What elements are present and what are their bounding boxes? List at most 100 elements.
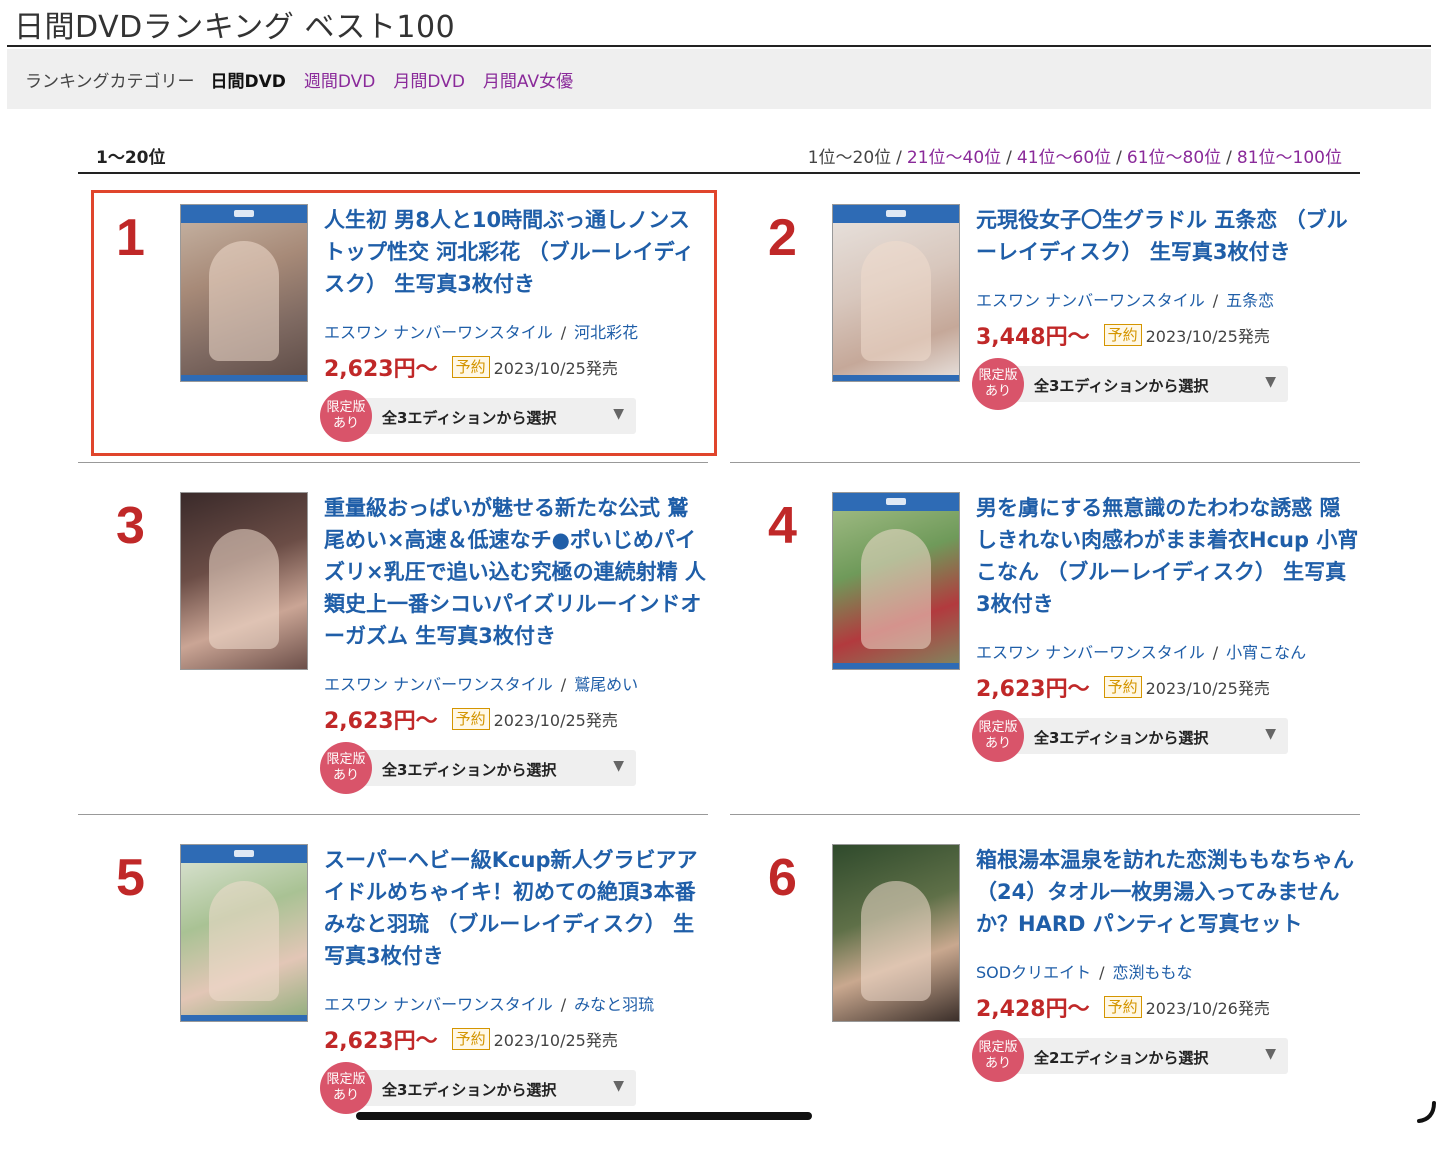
page-title: 日間DVDランキング ベスト100 <box>14 10 456 45</box>
price: 2,428円〜 <box>976 997 1090 1022</box>
range-link-41-60[interactable]: 41位〜60位 <box>1017 148 1111 168</box>
range-pagination: 1位〜20位/21位〜40位/41位〜60位/61位〜80位/81位〜100位 <box>808 143 1342 168</box>
edition-select[interactable]: 全3エディションから選択 ▼ <box>1006 718 1288 754</box>
product-title-link[interactable]: スーパーヘビー級Kcup新人グラビアアイドルめちゃイキ！初めての絶頂3本番 みな… <box>324 844 708 972</box>
range-bar: 1〜20位 1位〜20位/21位〜40位/41位〜60位/61位〜80位/81位… <box>78 138 1360 174</box>
ranking-item-2: 2 元現役女子〇生グラドル 五条恋 （ブルーレイディスク） 生写真3枚付き エス… <box>730 192 1360 512</box>
category-link-monthly-actress[interactable]: 月間AV女優 <box>483 67 573 92</box>
reserve-badge: 予約 <box>451 708 490 730</box>
limited-available: あり <box>984 1056 1011 1071</box>
triangle-down-icon: ▼ <box>1265 1046 1276 1062</box>
ranking-item-4: 4 男を虜にする無意識のたわわな誘惑 隠しきれない肉感わがまま着衣Hcup 小宵… <box>730 480 1360 800</box>
product-title-link[interactable]: 箱根湯本温泉を訪れた恋渕ももなちゃん（24）タオル一枚男湯入ってみませんか？HA… <box>976 844 1360 940</box>
price-row: 2,623円〜 予約 2023/10/25発売 <box>324 1023 618 1055</box>
edition-select[interactable]: 全3エディションから選択 ▼ <box>1006 366 1288 402</box>
range-link-81-100[interactable]: 81位〜100位 <box>1237 148 1342 168</box>
slash-separator: / <box>560 995 567 1014</box>
home-indicator[interactable] <box>356 1112 812 1120</box>
maker-actress-line: エスワン ナンバーワンスタイル / 鷲尾めい <box>324 671 638 695</box>
range-separator: / <box>896 148 902 168</box>
category-link-weekly-dvd[interactable]: 週間DVD <box>304 67 376 92</box>
limited-label: 限定版 <box>978 720 1018 735</box>
release-date: 2023/10/26発売 <box>1145 999 1270 1018</box>
bluray-logo-icon <box>833 493 959 511</box>
maker-link[interactable]: エスワン ナンバーワンスタイル <box>976 643 1205 662</box>
maker-actress-line: エスワン ナンバーワンスタイル / 五条恋 <box>976 287 1274 311</box>
rank-number: 3 <box>116 497 145 555</box>
limited-label: 限定版 <box>326 400 366 415</box>
product-title-link[interactable]: 重量級おっぱいが魅せる新たな公式 鷲尾めい×高速＆低速なチ●ポいじめパイズリ×乳… <box>324 492 708 652</box>
edition-select[interactable]: 全2エディションから選択 ▼ <box>1006 1038 1288 1074</box>
limited-edition-badge: 限定版 あり <box>320 390 372 442</box>
category-daily-dvd-active: 日間DVD <box>210 71 286 92</box>
edition-select-label: 全3エディションから選択 <box>1034 729 1209 747</box>
release-date: 2023/10/25発売 <box>493 711 618 730</box>
range-separator: / <box>1006 148 1012 168</box>
row-divider <box>730 814 1360 815</box>
triangle-down-icon: ▼ <box>1265 374 1276 390</box>
rank-number: 2 <box>768 209 797 267</box>
limited-label: 限定版 <box>326 1072 366 1087</box>
maker-link[interactable]: エスワン ナンバーワンスタイル <box>976 291 1205 310</box>
product-cover-image[interactable] <box>180 492 308 670</box>
product-cover-image[interactable] <box>832 492 960 670</box>
category-link-monthly-dvd[interactable]: 月間DVD <box>393 67 465 92</box>
cover-bottom-band <box>181 1015 307 1021</box>
actress-link[interactable]: 小宵こなん <box>1226 643 1306 662</box>
reserve-badge: 予約 <box>1103 324 1142 346</box>
ranking-item-3: 3 重量級おっぱいが魅せる新たな公式 鷲尾めい×高速＆低速なチ●ポいじめパイズリ… <box>78 480 708 800</box>
maker-link[interactable]: エスワン ナンバーワンスタイル <box>324 995 553 1014</box>
limited-edition-badge: 限定版 あり <box>320 742 372 794</box>
product-title-link[interactable]: 男を虜にする無意識のたわわな誘惑 隠しきれない肉感わがまま着衣Hcup 小宵こな… <box>976 492 1360 620</box>
row-divider <box>730 462 1360 463</box>
triangle-down-icon: ▼ <box>1265 726 1276 742</box>
reserve-badge: 予約 <box>451 1028 490 1050</box>
release-date: 2023/10/25発売 <box>1145 679 1270 698</box>
edition-select[interactable]: 全3エディションから選択 ▼ <box>354 750 636 786</box>
rank-number: 4 <box>768 497 797 555</box>
slash-separator: / <box>560 675 567 694</box>
edition-select[interactable]: 全3エディションから選択 ▼ <box>354 1070 636 1106</box>
maker-actress-line: エスワン ナンバーワンスタイル / みなと羽琉 <box>324 991 654 1015</box>
release-date: 2023/10/25発売 <box>493 1031 618 1050</box>
actress-link[interactable]: 五条恋 <box>1226 291 1274 310</box>
limited-available: あり <box>984 736 1011 751</box>
product-cover-image[interactable] <box>180 844 308 1022</box>
limited-label: 限定版 <box>326 752 366 767</box>
edition-select-label: 全3エディションから選択 <box>1034 377 1209 395</box>
maker-actress-line: SODクリエイト / 恋渕ももな <box>976 959 1192 983</box>
price: 2,623円〜 <box>324 1029 438 1054</box>
product-title-link[interactable]: 元現役女子〇生グラドル 五条恋 （ブルーレイディスク） 生写真3枚付き <box>976 204 1360 268</box>
maker-link[interactable]: エスワン ナンバーワンスタイル <box>324 675 553 694</box>
limited-edition-badge: 限定版 あり <box>972 358 1024 410</box>
limited-label: 限定版 <box>978 1040 1018 1055</box>
actress-link[interactable]: 恋渕ももな <box>1112 963 1192 982</box>
cover-figure <box>861 529 931 649</box>
rank-number: 5 <box>116 849 145 907</box>
range-link-61-80[interactable]: 61位〜80位 <box>1127 148 1221 168</box>
range-separator: / <box>1226 148 1232 168</box>
product-cover-image[interactable] <box>832 844 960 1022</box>
slash-separator: / <box>1212 643 1219 662</box>
title-divider <box>7 45 1431 47</box>
range-separator: / <box>1116 148 1122 168</box>
cover-figure <box>861 241 931 361</box>
cover-figure <box>209 881 279 1001</box>
price: 3,448円〜 <box>976 325 1090 350</box>
edition-select-label: 全2エディションから選択 <box>1034 1049 1209 1067</box>
range-current-label: 1〜20位 <box>96 148 166 168</box>
maker-link[interactable]: SODクリエイト <box>976 963 1091 982</box>
triangle-down-icon: ▼ <box>613 758 624 774</box>
row-divider <box>78 814 708 815</box>
ranking-item-6: 6 箱根湯本温泉を訪れた恋渕ももなちゃん（24）タオル一枚男湯入ってみませんか？… <box>730 832 1360 1152</box>
range-link-21-40[interactable]: 21位〜40位 <box>907 148 1001 168</box>
actress-link[interactable]: 鷲尾めい <box>574 675 638 694</box>
product-cover-image[interactable] <box>832 204 960 382</box>
cover-bottom-band <box>833 375 959 381</box>
bluray-logo-icon <box>833 205 959 223</box>
slash-separator: / <box>1099 963 1105 982</box>
actress-link[interactable]: みなと羽琉 <box>574 995 654 1014</box>
cover-figure <box>209 529 279 649</box>
limited-available: あり <box>332 768 359 783</box>
category-bar: ランキングカテゴリー 日間DVD 週間DVD 月間DVD 月間AV女優 <box>7 49 1431 109</box>
